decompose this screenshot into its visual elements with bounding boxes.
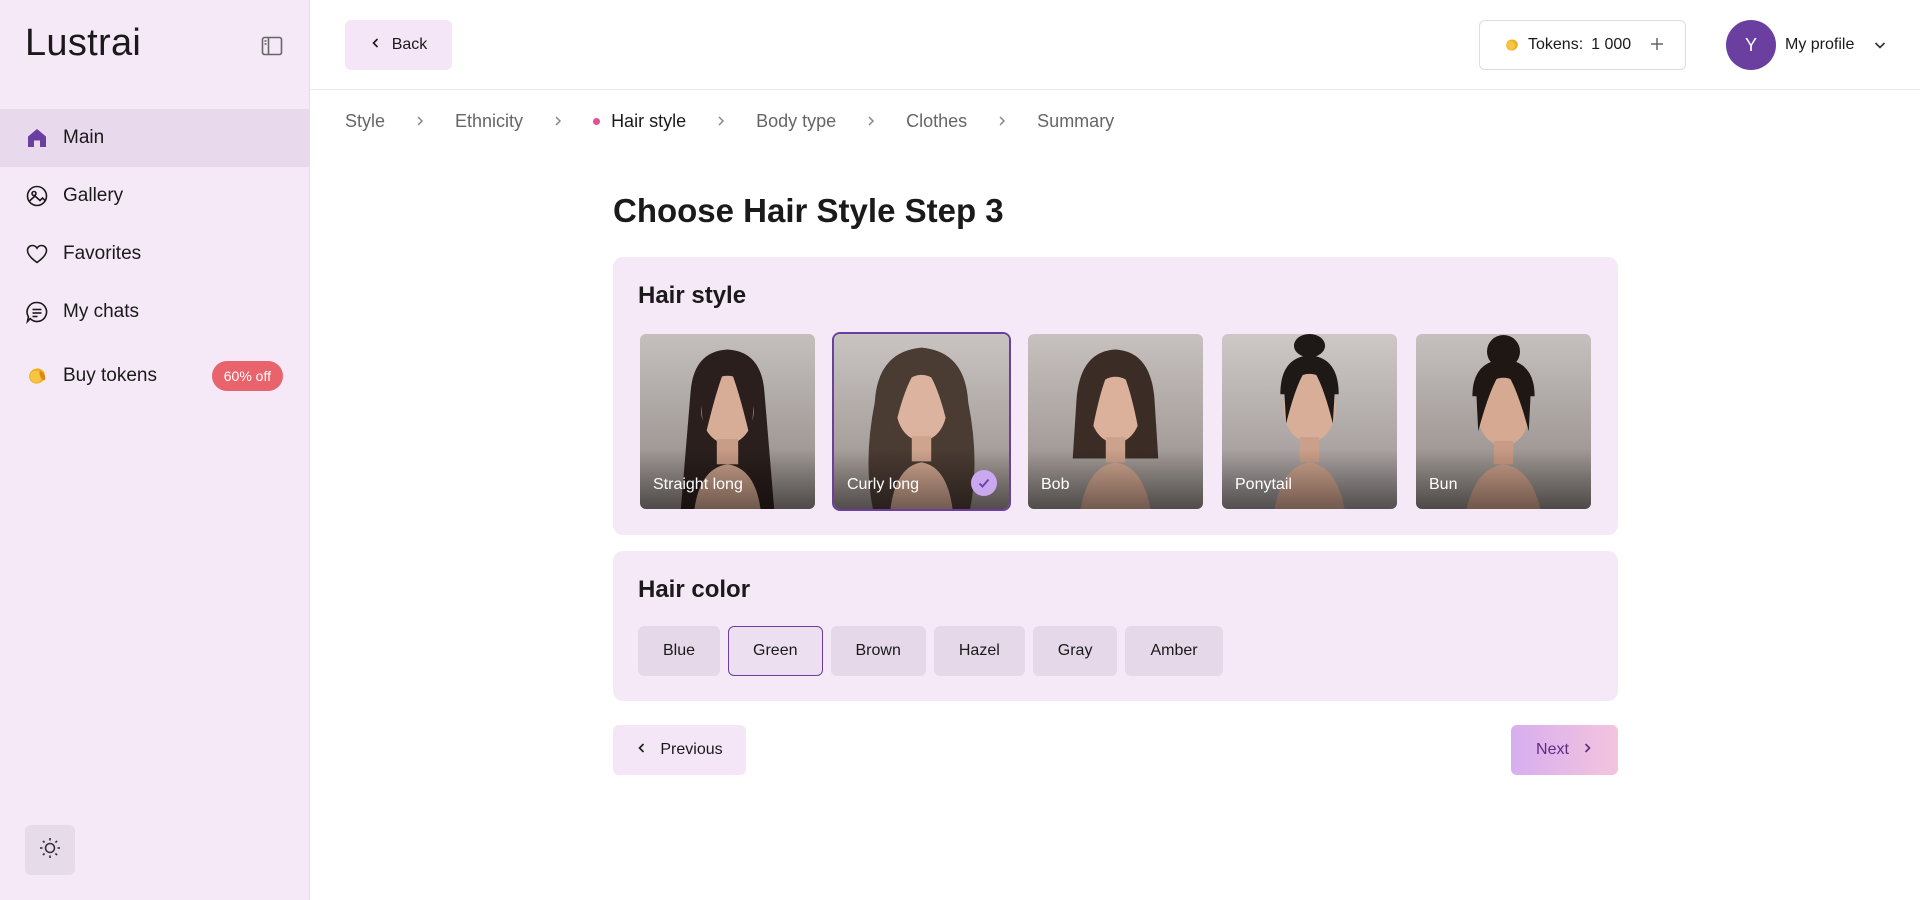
chevron-down-icon <box>1873 38 1887 52</box>
hair-color-panel: Hair color Blue Green Brown Hazel Gray A… <box>613 551 1618 701</box>
brand-logo[interactable]: Lustrai <box>25 22 141 65</box>
previous-button[interactable]: Previous <box>613 725 746 775</box>
hair-style-label: Bob <box>1041 476 1070 493</box>
sidebar-item-gallery[interactable]: Gallery <box>0 167 309 225</box>
sidebar-nav: Main Gallery Favorites My chats Buy toke… <box>0 109 309 407</box>
back-label: Back <box>391 36 428 53</box>
hair-style-label: Straight long <box>653 476 743 493</box>
hair-color-options: Blue Green Brown Hazel Gray Amber <box>638 626 1223 676</box>
hair-color-option-brown[interactable]: Brown <box>830 626 926 676</box>
chevron-right-icon <box>716 115 726 127</box>
profile-label: My profile <box>1785 36 1855 53</box>
hair-color-title: Hair color <box>638 576 751 603</box>
hair-color-option-blue[interactable]: Blue <box>638 626 721 676</box>
sidebar-item-label: My chats <box>63 301 140 322</box>
home-icon <box>25 126 49 150</box>
hair-style-title: Hair style <box>638 282 747 309</box>
theme-toggle-button[interactable] <box>25 825 75 875</box>
hair-style-label: Curly long <box>847 476 920 493</box>
coin-icon <box>1504 37 1520 53</box>
breadcrumb-step-style[interactable]: Style <box>345 111 385 132</box>
sidebar-item-my-chats[interactable]: My chats <box>0 283 309 341</box>
previous-label: Previous <box>660 741 723 758</box>
chevron-right-icon <box>866 115 876 127</box>
breadcrumb-step-summary[interactable]: Summary <box>1037 111 1114 132</box>
next-label: Next <box>1536 741 1569 758</box>
breadcrumb-step-ethnicity[interactable]: Ethnicity <box>455 111 523 132</box>
chevron-right-icon <box>553 115 563 127</box>
sidebar-item-label: Favorites <box>63 243 142 264</box>
sun-icon <box>38 836 62 865</box>
sidebar-toggle-icon[interactable] <box>260 34 284 58</box>
breadcrumb-label: Style <box>345 110 386 131</box>
chevron-right-icon <box>415 115 425 127</box>
back-button[interactable]: Back <box>345 20 452 70</box>
breadcrumb: Style Ethnicity Hair style Body type Clo… <box>345 108 1114 134</box>
sidebar-item-main[interactable]: Main <box>0 109 309 167</box>
coin-icon <box>25 364 49 388</box>
hair-style-panel: Hair style Straight long Curly long Bob … <box>613 257 1618 535</box>
hair-color-option-gray[interactable]: Gray <box>1032 626 1118 676</box>
chevron-right-icon <box>997 115 1007 127</box>
hair-style-option-bob[interactable]: Bob <box>1026 332 1205 511</box>
sidebar-item-buy-tokens[interactable]: Buy tokens 60% off <box>0 345 309 407</box>
chevron-left-icon <box>370 36 382 54</box>
top-bar: Back Tokens: 1 000 Y My profile <box>310 0 1920 90</box>
chevron-right-icon <box>1581 741 1593 759</box>
gallery-icon <box>25 184 49 208</box>
breadcrumb-step-body-type[interactable]: Body type <box>756 111 836 132</box>
profile-menu[interactable]: Y My profile <box>1726 20 1887 70</box>
add-tokens-icon[interactable] <box>1649 34 1665 56</box>
hair-style-label: Ponytail <box>1235 476 1292 493</box>
breadcrumb-label: Ethnicity <box>455 110 524 131</box>
next-button[interactable]: Next <box>1511 725 1618 775</box>
current-step-dot <box>593 117 601 125</box>
breadcrumb-step-clothes[interactable]: Clothes <box>906 111 967 132</box>
avatar: Y <box>1726 20 1776 70</box>
checkmark-icon <box>971 470 997 496</box>
hair-style-option-curly-long[interactable]: Curly long <box>832 332 1011 511</box>
discount-badge: 60% off <box>211 361 283 391</box>
hair-style-option-ponytail[interactable]: Ponytail <box>1220 332 1399 511</box>
hair-style-option-straight-long[interactable]: Straight long <box>638 332 817 511</box>
breadcrumb-label: Body type <box>756 110 837 131</box>
sidebar-item-label: Buy tokens <box>63 365 157 386</box>
sidebar-item-label: Main <box>63 127 105 148</box>
hair-style-label: Bun <box>1429 476 1458 493</box>
heart-icon <box>25 242 49 266</box>
tokens-label: Tokens: <box>1528 36 1584 53</box>
hair-color-option-amber[interactable]: Amber <box>1125 626 1223 676</box>
hair-style-option-bun[interactable]: Bun <box>1414 332 1593 511</box>
breadcrumb-label: Clothes <box>906 110 968 131</box>
page-title: Choose Hair Style Step 3 <box>613 192 1004 229</box>
hair-style-options: Straight long Curly long Bob Ponytail Bu… <box>638 332 1593 511</box>
chevron-left-icon <box>636 741 648 759</box>
hair-color-option-hazel[interactable]: Hazel <box>933 626 1025 676</box>
breadcrumb-label: Hair style <box>611 110 687 131</box>
sidebar-item-favorites[interactable]: Favorites <box>0 225 309 283</box>
sidebar: Lustrai Main Gallery Favorites My chats … <box>0 0 310 900</box>
tokens-value: 1 000 <box>1591 36 1632 53</box>
sidebar-item-label: Gallery <box>63 185 124 206</box>
tokens-balance[interactable]: Tokens: 1 000 <box>1479 20 1686 70</box>
breadcrumb-label: Summary <box>1037 110 1115 131</box>
chat-icon <box>25 300 49 324</box>
breadcrumb-step-hair-style[interactable]: Hair style <box>593 111 686 132</box>
hair-color-option-green[interactable]: Green <box>728 626 823 676</box>
